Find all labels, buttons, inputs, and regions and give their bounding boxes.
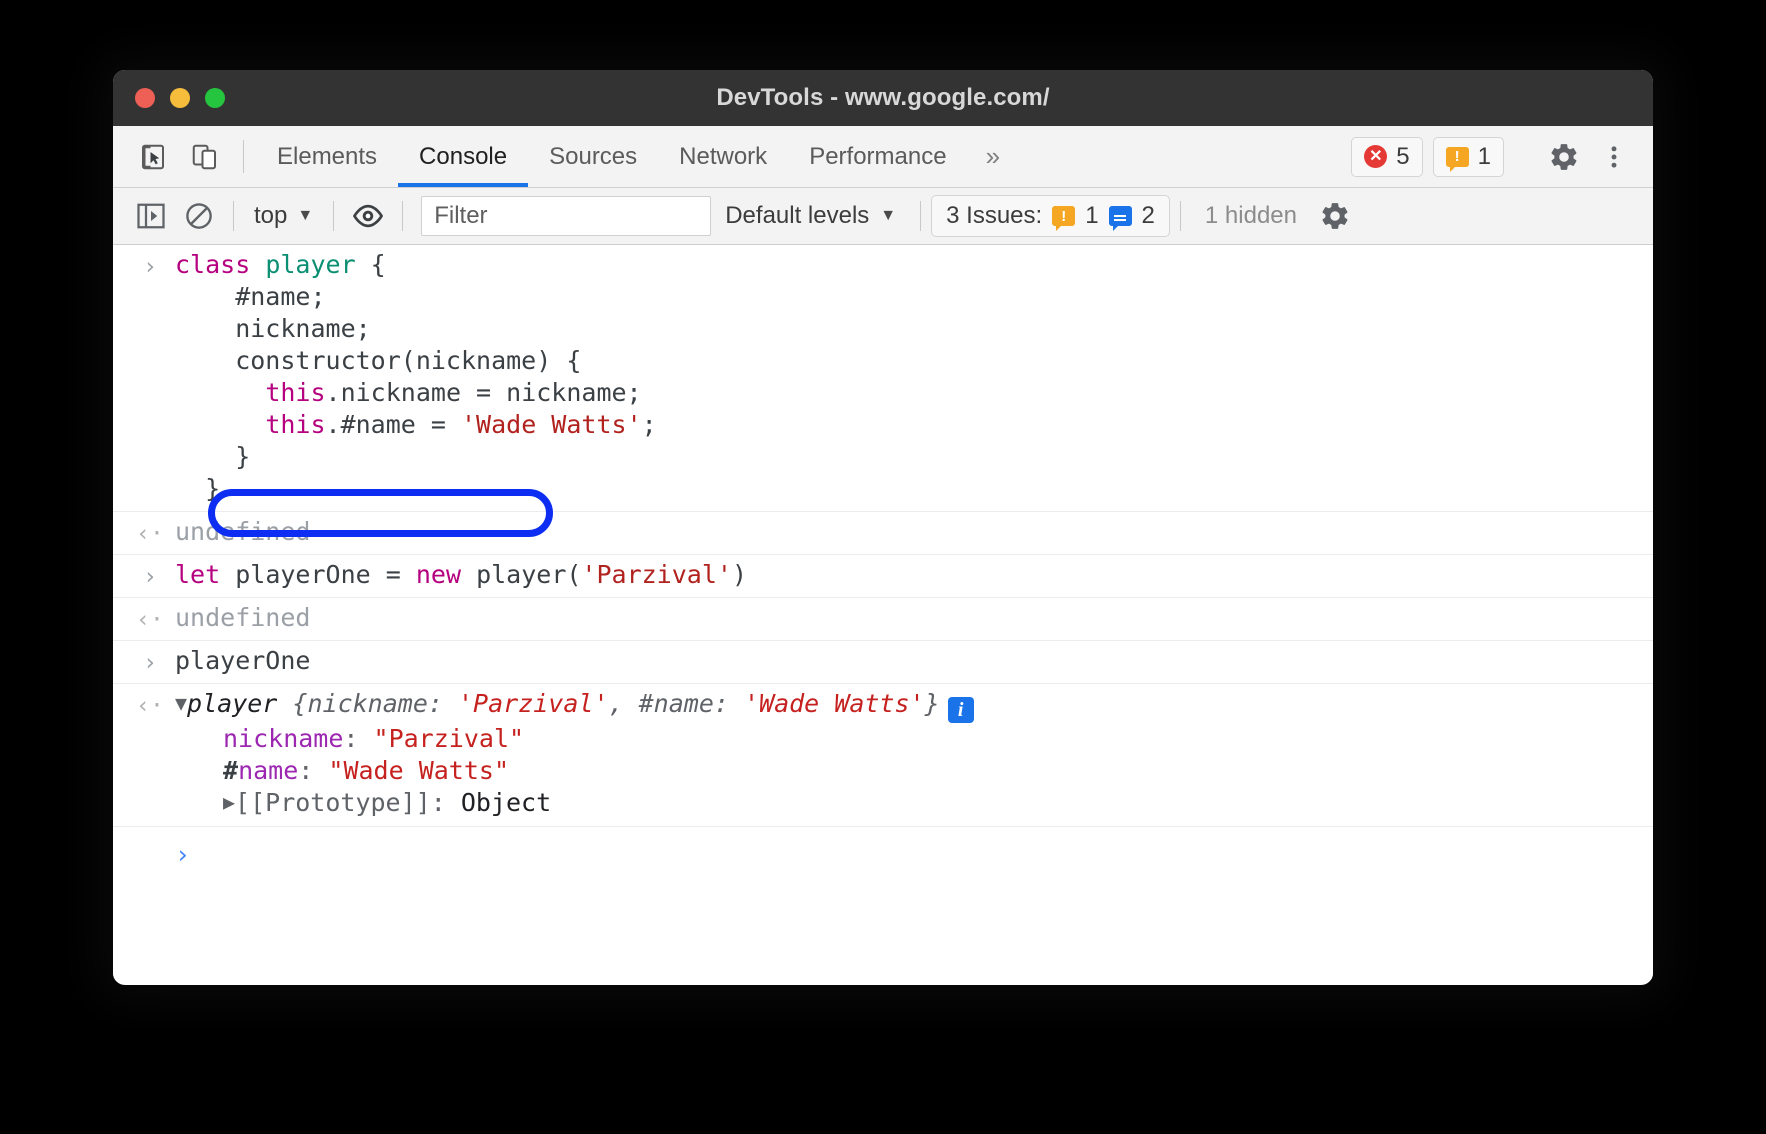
screenshot-stage: DevTools - www.google.com/ Elem (0, 0, 1766, 1134)
property-name: name (238, 756, 298, 785)
more-tabs-chevron-icon[interactable]: » (968, 126, 1018, 187)
error-count-label: 5 (1396, 143, 1409, 171)
filter-input[interactable] (421, 196, 711, 236)
clear-console-icon[interactable] (175, 194, 223, 238)
object-class-name: player (187, 689, 277, 718)
gear-icon[interactable] (1539, 132, 1589, 182)
info-badge-icon[interactable]: i (948, 697, 974, 723)
log-levels-label: Default levels (725, 202, 869, 230)
warning-triangle-icon: ! (1446, 147, 1469, 167)
input-chevron-icon: › (133, 647, 167, 679)
property-colon: : (298, 756, 328, 785)
console-output-value: undefined (113, 516, 1653, 548)
warning-count-label: 1 (1478, 143, 1491, 171)
console-message-input[interactable]: › let playerOne = new player('Parzival') (113, 555, 1653, 598)
tabbar-divider (243, 140, 244, 173)
console-message-input[interactable]: › playerOne (113, 641, 1653, 684)
tab-sources-label: Sources (549, 143, 637, 171)
object-property-row[interactable]: nickname: "Parzival" (113, 723, 1653, 755)
prototype-key: [[Prototype]]: (235, 788, 461, 817)
console-filterbar: top ▼ Default levels ▼ 3 Issues: ! (113, 188, 1653, 245)
preview-close-brace: } (925, 689, 940, 718)
collapse-triangle-icon[interactable]: ▶ (223, 786, 235, 818)
filterbar-divider-2 (333, 201, 334, 231)
tab-performance-label: Performance (809, 143, 946, 171)
console-sidebar-icon[interactable] (127, 194, 175, 238)
filterbar-divider-1 (233, 201, 234, 231)
preview-separator: , (609, 689, 639, 718)
warning-count-badge[interactable]: ! 1 (1433, 137, 1504, 177)
preview-open-brace: { (277, 689, 307, 718)
warning-icon: ! (1052, 206, 1075, 226)
filterbar-divider-3 (402, 201, 403, 231)
filterbar-divider-5 (1180, 201, 1181, 231)
object-prototype-row[interactable]: ▶[[Prototype]]: Object (113, 787, 1653, 820)
input-chevron-icon: › (133, 561, 167, 593)
issues-warning-count: 1 (1085, 202, 1098, 230)
issues-label: 3 Issues: (946, 202, 1042, 230)
tab-elements[interactable]: Elements (256, 126, 398, 187)
issues-summary-button[interactable]: 3 Issues: ! 1 2 (931, 195, 1170, 237)
expand-triangle-icon[interactable]: ▼ (175, 687, 187, 719)
execution-context-selector[interactable]: top ▼ (244, 202, 323, 230)
console-code-block: let playerOne = new player('Parzival') (113, 559, 1653, 591)
issues-info-count: 2 (1142, 202, 1155, 230)
filterbar-divider-4 (920, 201, 921, 231)
window-titlebar: DevTools - www.google.com/ (113, 70, 1653, 126)
property-value: "Wade Watts" (328, 756, 509, 785)
output-arrow-icon: ‹· (133, 690, 167, 722)
error-count-badge[interactable]: ✕ 5 (1351, 137, 1422, 177)
tab-network-label: Network (679, 143, 767, 171)
property-value: "Parzival" (374, 724, 525, 753)
object-property-row-private[interactable]: #name: "Wade Watts" (113, 755, 1653, 787)
console-code-block: playerOne (113, 645, 1653, 677)
tab-performance[interactable]: Performance (788, 126, 967, 187)
hidden-messages-label[interactable]: 1 hidden (1191, 202, 1311, 230)
devtools-window: DevTools - www.google.com/ Elem (113, 70, 1653, 985)
console-prompt[interactable]: › (113, 827, 1653, 871)
window-title: DevTools - www.google.com/ (113, 84, 1653, 112)
preview-prop1-value: 'Parzival' (458, 689, 609, 718)
three-dots-vertical-icon[interactable] (1589, 132, 1639, 182)
console-message-list[interactable]: › class player { #name; nickname; constr… (113, 245, 1653, 981)
devtools-tabbar: Elements Console Sources Network Perform… (113, 126, 1653, 188)
device-toolbar-icon[interactable] (179, 126, 231, 187)
tab-console-label: Console (419, 143, 507, 171)
info-icon (1109, 206, 1132, 226)
output-arrow-icon: ‹· (133, 518, 167, 550)
log-levels-selector[interactable]: Default levels ▼ (711, 202, 910, 230)
prompt-chevron-icon: › (175, 840, 190, 869)
live-expression-eye-icon[interactable] (344, 194, 392, 238)
tab-network[interactable]: Network (658, 126, 788, 187)
prototype-value: Object (461, 788, 551, 817)
tab-sources[interactable]: Sources (528, 126, 658, 187)
output-arrow-icon: ‹· (133, 604, 167, 636)
property-colon: : (343, 724, 373, 753)
console-settings-gear-icon[interactable] (1311, 194, 1359, 238)
property-name: nickname (223, 724, 343, 753)
chevron-down-icon: ▼ (297, 207, 313, 225)
execution-context-label: top (254, 202, 287, 230)
console-message-output[interactable]: ‹· undefined (113, 598, 1653, 641)
console-output-value: undefined (113, 602, 1653, 634)
console-message-input[interactable]: › class player { #name; nickname; constr… (113, 245, 1653, 512)
tab-elements-label: Elements (277, 143, 377, 171)
private-field-hash: # (223, 756, 238, 785)
preview-prop2-key: #name: (639, 689, 744, 718)
tabbar-right-group: ✕ 5 ! 1 (1351, 126, 1653, 187)
error-circle-x-icon: ✕ (1364, 145, 1387, 168)
console-message-object-result[interactable]: ‹· ▼player {nickname: 'Parzival', #name:… (113, 684, 1653, 827)
tab-console[interactable]: Console (398, 126, 528, 187)
preview-prop2-value: 'Wade Watts' (744, 689, 925, 718)
chevron-down-icon: ▼ (880, 207, 896, 225)
console-code-block: class player { #name; nickname; construc… (113, 249, 1653, 505)
input-chevron-icon: › (133, 251, 167, 283)
preview-prop1-key: nickname: (307, 689, 458, 718)
console-message-output[interactable]: ‹· undefined (113, 512, 1653, 555)
object-preview-line[interactable]: ▼player {nickname: 'Parzival', #name: 'W… (113, 688, 1653, 723)
inspect-element-icon[interactable] (127, 126, 179, 187)
